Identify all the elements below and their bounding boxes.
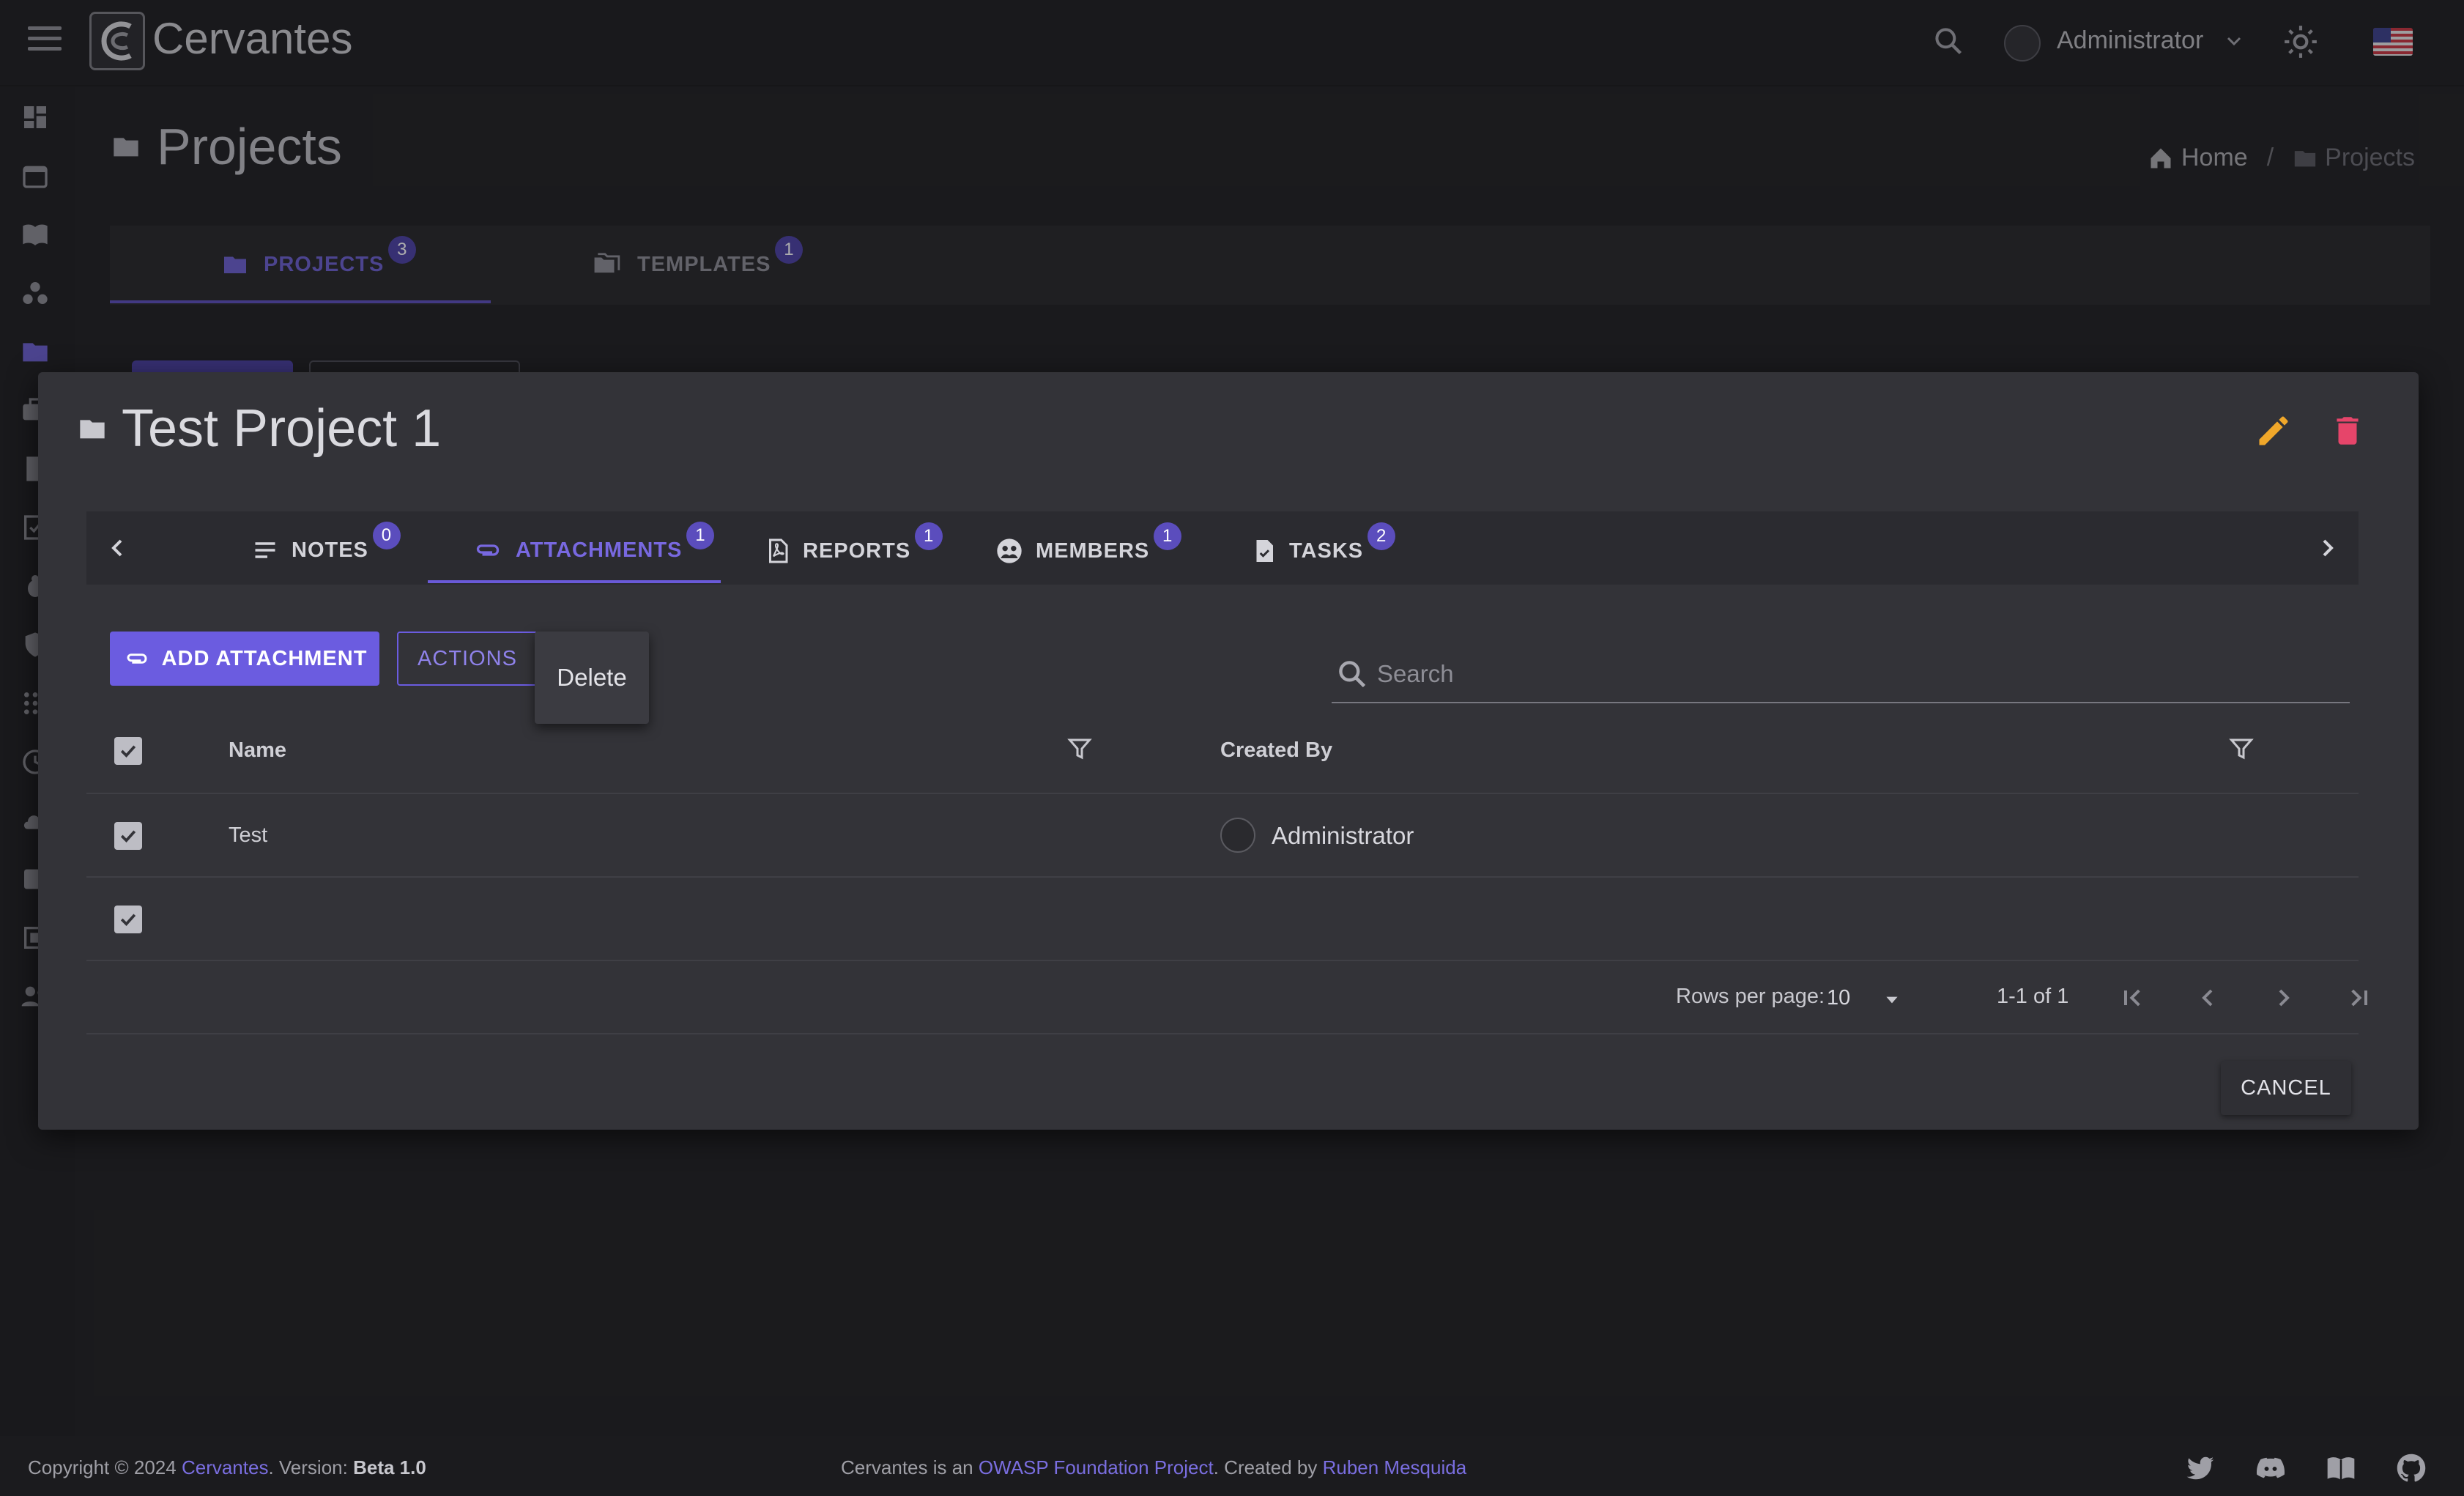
- pdf-icon: [769, 538, 788, 563]
- version-label: . Version:: [268, 1456, 348, 1478]
- author-link[interactable]: Ruben Mesquida: [1323, 1456, 1467, 1478]
- project-text: Cervantes is an: [841, 1456, 973, 1478]
- cancel-button[interactable]: CANCEL: [2221, 1061, 2351, 1115]
- dialog-header: Test Project 1: [76, 399, 441, 459]
- actions-button[interactable]: ACTIONS: [397, 632, 538, 686]
- count-badge: 0: [372, 522, 401, 549]
- cell-name: Test: [229, 823, 268, 847]
- button-label: ACTIONS: [418, 646, 517, 670]
- select-all-checkbox[interactable]: [114, 737, 142, 765]
- footer-project-info: Cervantes is an OWASP Foundation Project…: [841, 1456, 1466, 1479]
- task-icon: [1256, 540, 1273, 562]
- first-page-icon[interactable]: [2118, 983, 2148, 1012]
- add-attachment-button[interactable]: ADD ATTACHMENT: [110, 632, 379, 686]
- owasp-link[interactable]: OWASP Foundation Project: [979, 1456, 1214, 1478]
- tab-label: TASKS: [1289, 538, 1364, 563]
- search-icon: [1339, 661, 1366, 688]
- paperclip-icon: [476, 544, 500, 556]
- menu-item-delete[interactable]: Delete: [557, 664, 626, 692]
- tab-attachments[interactable]: ATTACHMENTS 1: [472, 522, 715, 564]
- tab-label: NOTES: [292, 538, 368, 562]
- paperclip-icon: [127, 653, 147, 664]
- table-header-row: Name Created By: [86, 709, 2359, 794]
- pagination: Rows per page: 10 1-1 of 1: [86, 958, 2367, 1034]
- attachments-table: Name Created By Test Administrator: [86, 709, 2359, 961]
- twitter-icon[interactable]: [2184, 1452, 2216, 1484]
- github-icon[interactable]: [2395, 1452, 2427, 1484]
- cell-created-by: Administrator: [1272, 822, 1414, 849]
- tab-tasks[interactable]: TASKS 2: [1251, 522, 1396, 566]
- chevron-right-icon[interactable]: [2313, 533, 2342, 563]
- trash-icon[interactable]: [2329, 412, 2366, 450]
- folder-icon: [80, 420, 105, 439]
- filter-icon[interactable]: [2228, 736, 2257, 765]
- members-icon: [997, 538, 1022, 563]
- count-badge: 1: [915, 522, 943, 550]
- column-header-created-by[interactable]: Created By: [1220, 738, 1332, 763]
- check-icon: [120, 830, 136, 843]
- dialog-tabs: NOTES 0 ATTACHMENTS 1 REPORTS 1 MEMBERS …: [86, 511, 2359, 585]
- count-badge: 2: [1368, 522, 1396, 550]
- search-input[interactable]: [1377, 653, 2329, 695]
- last-page-icon[interactable]: [2344, 983, 2373, 1012]
- previous-page-icon[interactable]: [2193, 983, 2222, 1012]
- tab-label: REPORTS: [803, 538, 911, 563]
- rows-per-page-label: Rows per page:: [1676, 985, 1825, 1008]
- row-checkbox[interactable]: [114, 906, 142, 933]
- row-checkbox[interactable]: [114, 822, 142, 850]
- avatar: [1220, 818, 1255, 853]
- tab-indicator: [428, 580, 721, 583]
- project-dialog: Test Project 1 NOTES 0 ATTACHMENTS 1 REP…: [38, 372, 2419, 1130]
- rows-per-page-select[interactable]: 10: [1827, 986, 1850, 1010]
- tab-members[interactable]: MEMBERS 1: [995, 522, 1182, 566]
- next-page-icon[interactable]: [2269, 983, 2298, 1012]
- tab-reports[interactable]: REPORTS 1: [765, 522, 943, 566]
- caret-down-icon[interactable]: [1882, 990, 1901, 1010]
- docs-book-icon[interactable]: [2325, 1452, 2357, 1484]
- dialog-title: Test Project 1: [122, 399, 442, 458]
- tab-notes[interactable]: NOTES 0: [251, 522, 401, 564]
- count-badge: 1: [686, 522, 715, 549]
- filter-icon[interactable]: [1066, 736, 1096, 765]
- page-range: 1-1 of 1: [1997, 985, 2069, 1008]
- footer-copyright: Copyright © 2024 Cervantes. Version: Bet…: [28, 1456, 426, 1479]
- discord-icon[interactable]: [2255, 1452, 2287, 1484]
- button-label: CANCEL: [2241, 1075, 2331, 1100]
- copyright-text: Copyright © 2024: [28, 1456, 177, 1478]
- check-icon: [120, 914, 136, 926]
- column-header-name[interactable]: Name: [229, 738, 286, 763]
- version-value: Beta 1.0: [353, 1456, 426, 1478]
- edit-icon[interactable]: [2255, 412, 2293, 450]
- tab-label: ATTACHMENTS: [516, 538, 683, 562]
- app-link[interactable]: Cervantes: [182, 1456, 269, 1478]
- table-row[interactable]: [86, 878, 2359, 961]
- count-badge: 1: [1154, 522, 1182, 550]
- check-icon: [120, 745, 136, 758]
- footer: Copyright © 2024 Cervantes. Version: Bet…: [0, 1436, 2464, 1496]
- tab-label: MEMBERS: [1036, 538, 1150, 563]
- table-row[interactable]: Test Administrator: [86, 794, 2359, 878]
- button-label: ADD ATTACHMENT: [161, 646, 368, 670]
- search-field: [1332, 651, 2350, 703]
- created-text: . Created by: [1213, 1456, 1318, 1478]
- chevron-left-icon[interactable]: [103, 533, 132, 563]
- notes-icon: [255, 542, 275, 558]
